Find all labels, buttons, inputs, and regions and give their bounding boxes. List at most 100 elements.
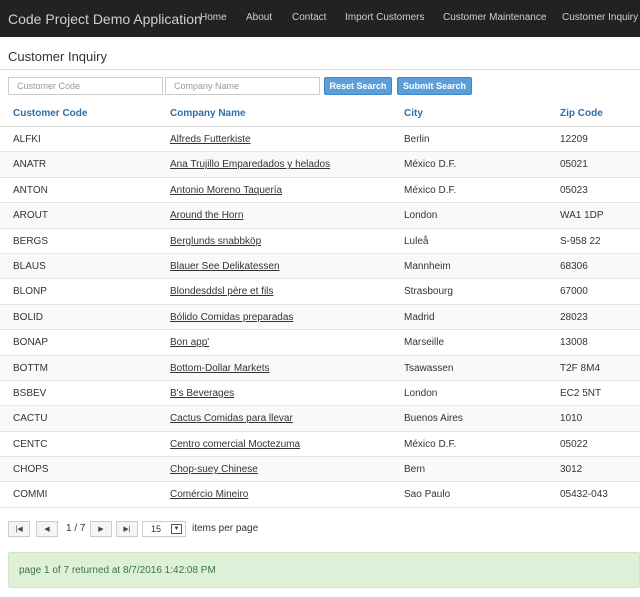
cell-zip-code: WA1 1DP	[560, 210, 604, 222]
cell-zip-code: EC2 5NT	[560, 387, 602, 399]
cell-city: Sao Paulo	[404, 489, 451, 501]
cell-zip-code: 67000	[560, 286, 588, 298]
cell-zip-code: 28023	[560, 311, 588, 323]
first-page-button[interactable]: |◀	[8, 521, 30, 537]
submit-search-button[interactable]: Submit Search	[397, 77, 472, 95]
cell-customer-code: BOTTM	[13, 362, 48, 374]
table-row: CACTU Cactus Comidas para llevar Buenos Ai…	[0, 406, 640, 432]
cell-city: London	[404, 210, 438, 222]
cell-city: Mannheim	[404, 260, 451, 272]
first-page-icon: |◀	[15, 526, 23, 533]
previous-page-icon: ◀	[44, 526, 50, 533]
company-name-link[interactable]: Bólido Comidas preparadas	[170, 312, 293, 323]
table-row: CENTC Centro comercial Moctezuma México D.…	[0, 432, 640, 458]
nav-customer-inquiry[interactable]: Customer Inquiry	[562, 12, 638, 23]
header-company-name[interactable]: Company Name	[170, 108, 246, 119]
reset-search-button[interactable]: Reset Search	[324, 77, 392, 95]
nav-customer-maintenance[interactable]: Customer Maintenance	[443, 12, 546, 23]
cell-customer-code: AROUT	[13, 210, 48, 222]
chevron-down-icon: ▼	[171, 524, 182, 534]
cell-zip-code: T2F 8M4	[560, 362, 601, 374]
cell-customer-code: CENTC	[13, 438, 48, 450]
cell-city: Buenos Aires	[404, 413, 463, 425]
cell-city: México D.F.	[404, 438, 457, 450]
company-name-link[interactable]: Comércio Mineiro	[170, 489, 248, 500]
table-row: BONAP Bon app' Marseille 13008	[0, 330, 640, 356]
next-page-button[interactable]: ▶	[90, 521, 112, 537]
cell-city: México D.F.	[404, 184, 457, 196]
company-name-link[interactable]: Ana Trujillo Emparedados y helados	[170, 159, 330, 170]
customer-code-input[interactable]: Customer Code	[8, 77, 163, 95]
last-page-icon: ▶|	[123, 526, 131, 533]
company-name-link[interactable]: Chop-suey Chinese	[170, 464, 258, 475]
table-row: BLONP Blondesddsl père et fils Strasbourg 6…	[0, 279, 640, 305]
customer-table-body: ALFKI Alfreds Futterkiste Berlin 12209 ANATR…	[0, 127, 640, 508]
table-row: AROUT Around the Horn London WA1 1DP	[0, 203, 640, 229]
header-customer-code[interactable]: Customer Code	[13, 108, 87, 119]
page-title: Customer Inquiry	[8, 49, 107, 64]
cell-city: México D.F.	[404, 159, 457, 171]
items-per-page-label: items per page	[192, 523, 259, 534]
cell-customer-code: ALFKI	[13, 134, 41, 145]
company-name-link[interactable]: Centro comercial Moctezuma	[170, 439, 300, 450]
table-row: CHOPS Chop-suey Chinese Bern 3012	[0, 457, 640, 483]
page-size-select[interactable]: 15 ▼	[142, 521, 186, 537]
nav-home[interactable]: Home	[200, 12, 227, 23]
cell-city: Madrid	[404, 311, 435, 323]
nav-import-customers[interactable]: Import Customers	[345, 12, 424, 23]
company-name-link[interactable]: Blondesddsl père et fils	[170, 286, 273, 297]
cell-customer-code: BONAP	[13, 337, 49, 349]
header-zip-code[interactable]: Zip Code	[560, 108, 603, 119]
cell-city: Luleå	[404, 235, 429, 247]
cell-customer-code: BERGS	[13, 235, 49, 247]
cell-city: Marseille	[404, 337, 445, 349]
table-row: ANTON Antonio Moreno Taquería México D.F. 0…	[0, 178, 640, 204]
company-name-link[interactable]: B's Beverages	[170, 388, 234, 399]
table-row: BOLID Bólido Comidas preparadas Madrid 2802…	[0, 304, 640, 331]
nav-about[interactable]: About	[246, 12, 272, 23]
cell-customer-code: CACTU	[13, 413, 48, 425]
cell-zip-code: 13008	[560, 337, 588, 349]
company-name-link[interactable]: Antonio Moreno Taquería	[170, 185, 282, 196]
cell-zip-code: 12209	[560, 134, 588, 145]
cell-city: London	[404, 387, 438, 399]
navbar: Code Project Demo Application Home About…	[0, 0, 640, 37]
nav-contact[interactable]: Contact	[292, 12, 326, 23]
company-name-link[interactable]: Cactus Comidas para llevar	[170, 413, 293, 424]
cell-customer-code: BLAUS	[13, 260, 46, 272]
last-page-button[interactable]: ▶|	[116, 521, 138, 537]
company-name-link[interactable]: Bon app'	[170, 337, 209, 348]
cell-city: Strasbourg	[404, 286, 453, 298]
page-size-value: 15	[151, 524, 162, 534]
header-city[interactable]: City	[404, 108, 423, 119]
cell-city: Berlin	[404, 134, 430, 145]
company-name-link[interactable]: Berglunds snabbköp	[170, 236, 261, 247]
table-row: BSBEV B's Beverages London EC2 5NT	[0, 381, 640, 407]
cell-city: Tsawassen	[404, 362, 454, 374]
previous-page-button[interactable]: ◀	[36, 521, 58, 537]
company-name-link[interactable]: Alfreds Futterkiste	[170, 134, 251, 145]
company-name-input[interactable]: Company Name	[165, 77, 320, 95]
cell-zip-code: 68306	[560, 260, 588, 272]
status-message: page 1 of 7 returned at 8/7/2016 1:42:08…	[8, 552, 640, 588]
table-row: BLAUS Blauer See Delikatessen Mannheim 6830…	[0, 253, 640, 280]
table-row: BERGS Berglunds snabbköp Luleå S-958 22	[0, 229, 640, 254]
next-page-icon: ▶	[98, 526, 104, 533]
brand-title[interactable]: Code Project Demo Application	[0, 11, 202, 27]
title-divider	[0, 69, 640, 70]
company-name-link[interactable]: Blauer See Delikatessen	[170, 261, 280, 272]
cell-zip-code: 05021	[560, 159, 588, 171]
company-name-link[interactable]: Bottom-Dollar Markets	[170, 363, 269, 374]
table-row: COMMI Comércio Mineiro Sao Paulo 05432-043	[0, 482, 640, 508]
cell-customer-code: CHOPS	[13, 464, 49, 476]
cell-zip-code: S-958 22	[560, 235, 601, 247]
cell-customer-code: COMMI	[13, 489, 48, 501]
cell-zip-code: 05432-043	[560, 489, 608, 501]
cell-customer-code: ANTON	[13, 184, 48, 196]
company-name-link[interactable]: Around the Horn	[170, 210, 243, 221]
cell-customer-code: ANATR	[13, 159, 47, 171]
cell-customer-code: BOLID	[13, 311, 44, 323]
table-row: ALFKI Alfreds Futterkiste Berlin 12209	[0, 127, 640, 153]
cell-city: Bern	[404, 464, 426, 476]
table-row: BOTTM Bottom-Dollar Markets Tsawassen T2F 8…	[0, 355, 640, 381]
